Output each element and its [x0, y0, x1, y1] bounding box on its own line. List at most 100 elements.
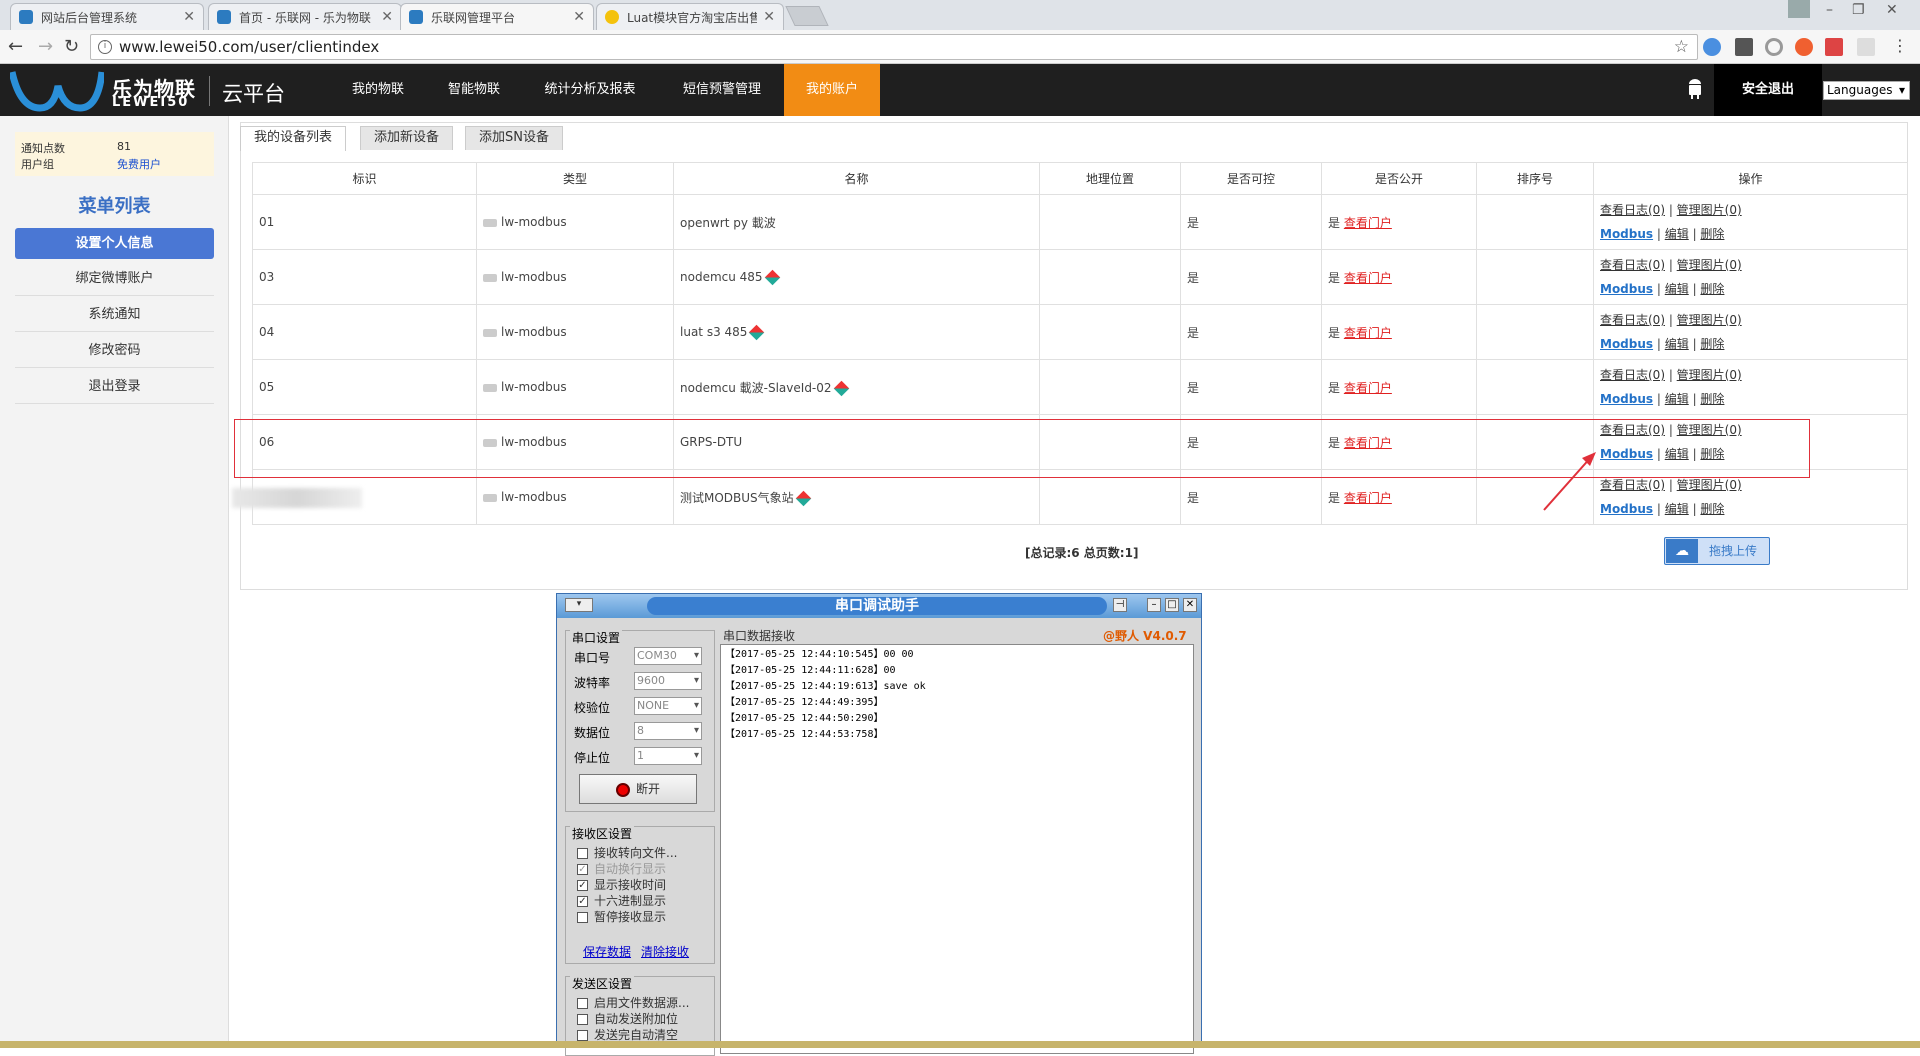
bookmark-star-icon[interactable]: ☆: [1674, 35, 1689, 59]
disconnect-button[interactable]: 断开: [579, 774, 697, 804]
recv-textarea[interactable]: 【2017-05-25 12:44:10:545】00 00 【2017-05-2…: [720, 644, 1194, 1054]
tab-device-list[interactable]: 我的设备列表: [240, 126, 347, 151]
manage-pictures-link[interactable]: 管理图片(0): [1677, 478, 1742, 492]
edit-link[interactable]: 编辑: [1665, 502, 1689, 516]
clear-recv-link[interactable]: 清除接收: [641, 943, 689, 960]
new-tab-button[interactable]: [785, 6, 829, 26]
browser-tab[interactable]: 首页 - 乐联网 - 乐为物联 ✕: [208, 3, 402, 30]
recv-option-checkbox[interactable]: 暂停接收显示: [577, 908, 666, 925]
recv-option-checkbox[interactable]: ✓ 显示接收时间: [577, 876, 666, 893]
delete-link[interactable]: 删除: [1700, 502, 1724, 516]
modbus-link[interactable]: Modbus: [1600, 227, 1653, 241]
checkbox-box[interactable]: [577, 848, 588, 859]
delete-link[interactable]: 删除: [1700, 392, 1724, 406]
modbus-link[interactable]: Modbus: [1600, 282, 1653, 296]
checkbox-box[interactable]: [577, 998, 588, 1009]
delete-link[interactable]: 删除: [1700, 282, 1724, 296]
modbus-link[interactable]: Modbus: [1600, 502, 1653, 516]
drag-upload-button[interactable]: ☁ 拖拽上传: [1664, 537, 1770, 565]
parity-select[interactable]: NONE: [634, 697, 702, 715]
view-portal-link[interactable]: 查看门户: [1344, 326, 1392, 340]
maximize-icon[interactable]: □: [1165, 598, 1179, 612]
sidebar-item-notices[interactable]: 系统通知: [15, 298, 214, 332]
restore-icon[interactable]: ❐: [1852, 2, 1865, 18]
close-icon[interactable]: ✕: [381, 9, 393, 25]
close-icon[interactable]: ✕: [1183, 598, 1197, 612]
edit-link[interactable]: 编辑: [1665, 282, 1689, 296]
edit-link[interactable]: 编辑: [1665, 227, 1689, 241]
databits-select[interactable]: 8: [634, 722, 702, 740]
extension-icon[interactable]: [1735, 38, 1753, 56]
send-option-checkbox[interactable]: 自动发送附加位: [577, 1010, 678, 1027]
send-option-checkbox[interactable]: 启用文件数据源...: [577, 994, 689, 1011]
manage-pictures-link[interactable]: 管理图片(0): [1677, 313, 1742, 327]
baud-select[interactable]: 9600: [634, 672, 702, 690]
sidebar-item-password[interactable]: 修改密码: [15, 334, 214, 368]
edit-link[interactable]: 编辑: [1665, 392, 1689, 406]
serial-window-titlebar[interactable]: ▾ 串口调试助手 ⊣ – □ ✕: [557, 594, 1201, 618]
modbus-link[interactable]: Modbus: [1600, 337, 1653, 351]
extension-icon[interactable]: [1825, 38, 1843, 56]
view-log-link[interactable]: 查看日志(0): [1600, 478, 1665, 492]
browser-tab[interactable]: 网站后台管理系统 ✕: [10, 3, 204, 30]
minimize-icon[interactable]: –: [1147, 598, 1161, 612]
app-menu-icon[interactable]: ▾: [565, 598, 593, 612]
extension-icon[interactable]: [1857, 38, 1875, 56]
close-icon[interactable]: ✕: [573, 9, 585, 25]
forward-icon[interactable]: →: [38, 36, 53, 57]
browser-tab[interactable]: Luat模块官方淘宝店出售 ✕: [596, 3, 784, 30]
android-icon[interactable]: [1687, 79, 1703, 99]
nav-my-account[interactable]: 我的账户: [784, 64, 880, 116]
view-portal-link[interactable]: 查看门户: [1344, 216, 1392, 230]
reload-icon[interactable]: ↻: [64, 36, 79, 57]
logout-button[interactable]: 安全退出: [1714, 64, 1822, 116]
nav-my-iot[interactable]: 我的物联: [340, 64, 416, 116]
checkbox-box[interactable]: [577, 1030, 588, 1041]
view-portal-link[interactable]: 查看门户: [1344, 381, 1392, 395]
save-data-link[interactable]: 保存数据: [583, 943, 631, 960]
recv-option-checkbox[interactable]: ✓ 十六进制显示: [577, 892, 666, 909]
nav-sms-alerts[interactable]: 短信预警管理: [670, 64, 774, 116]
user-profile-icon[interactable]: [1788, 0, 1810, 18]
checkbox-box[interactable]: [577, 912, 588, 923]
stopbits-select[interactable]: 1: [634, 747, 702, 765]
recv-option-checkbox[interactable]: ✓ 自动换行显示: [577, 860, 666, 877]
view-log-link[interactable]: 查看日志(0): [1600, 368, 1665, 382]
close-icon[interactable]: ✕: [763, 9, 775, 25]
checkbox-box[interactable]: ✓: [577, 864, 588, 875]
port-select[interactable]: COM30: [634, 647, 702, 665]
tab-add-sn-device[interactable]: 添加SN设备: [465, 126, 563, 150]
nav-statistics[interactable]: 统计分析及报表: [532, 64, 648, 116]
menu-icon[interactable]: ⋮: [1892, 36, 1908, 55]
checkbox-box[interactable]: ✓: [577, 896, 588, 907]
close-icon[interactable]: ✕: [183, 9, 195, 25]
checkbox-box[interactable]: ✓: [577, 880, 588, 891]
modbus-link[interactable]: Modbus: [1600, 392, 1653, 406]
sidebar-item-profile[interactable]: 设置个人信息: [15, 228, 214, 259]
nav-smart-iot[interactable]: 智能物联: [436, 64, 512, 116]
view-log-link[interactable]: 查看日志(0): [1600, 313, 1665, 327]
address-bar[interactable]: i www.lewei50.com/user/clientindex ☆: [90, 34, 1698, 60]
view-log-link[interactable]: 查看日志(0): [1600, 258, 1665, 272]
back-icon[interactable]: ←: [8, 36, 23, 57]
recv-option-checkbox[interactable]: 接收转向文件...: [577, 844, 677, 861]
delete-link[interactable]: 删除: [1700, 337, 1724, 351]
view-portal-link[interactable]: 查看门户: [1344, 271, 1392, 285]
edit-link[interactable]: 编辑: [1665, 337, 1689, 351]
manage-pictures-link[interactable]: 管理图片(0): [1677, 203, 1742, 217]
tab-add-device[interactable]: 添加新设备: [360, 126, 454, 150]
language-select[interactable]: Languages ▾: [1823, 81, 1910, 100]
browser-tab-active[interactable]: 乐联网管理平台 ✕: [400, 3, 594, 30]
view-portal-link[interactable]: 查看门户: [1344, 491, 1392, 505]
extension-icon[interactable]: [1795, 38, 1813, 56]
lewei-logo-icon[interactable]: [10, 68, 104, 112]
extension-icon[interactable]: [1765, 38, 1783, 56]
manage-pictures-link[interactable]: 管理图片(0): [1677, 258, 1742, 272]
pin-icon[interactable]: ⊣: [1113, 598, 1127, 612]
view-log-link[interactable]: 查看日志(0): [1600, 203, 1665, 217]
extension-icon[interactable]: [1703, 38, 1721, 56]
checkbox-box[interactable]: [577, 1014, 588, 1025]
minimize-icon[interactable]: –: [1826, 2, 1833, 18]
manage-pictures-link[interactable]: 管理图片(0): [1677, 368, 1742, 382]
close-window-icon[interactable]: ✕: [1886, 2, 1898, 18]
